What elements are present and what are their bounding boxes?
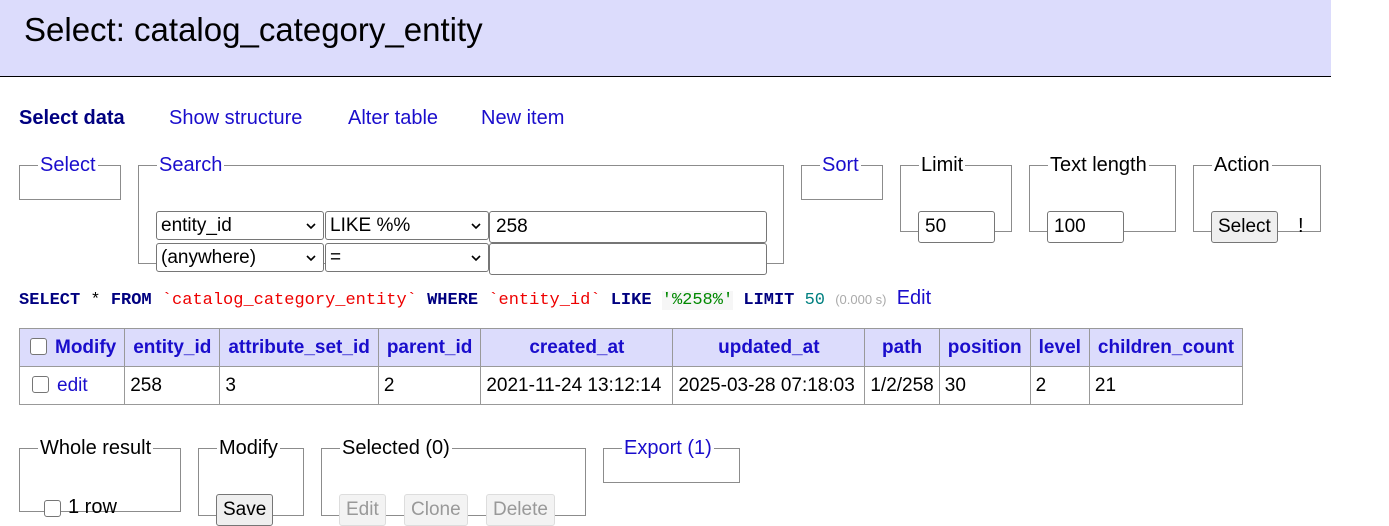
column-header-updated-at[interactable]: updated_at <box>672 328 866 367</box>
sort-link[interactable]: Sort <box>822 154 859 176</box>
column-header-path[interactable]: path <box>864 328 940 367</box>
modify-fieldset: Modify Save <box>198 437 304 526</box>
sql-column-name: `entity_id` <box>488 291 601 310</box>
sql-table-name: `catalog_category_entity` <box>161 291 417 310</box>
cell-parent-id: 2 <box>377 366 482 405</box>
limit-legend: Limit <box>921 154 964 176</box>
column-header-link[interactable]: position <box>948 337 1022 358</box>
action-fieldset: Action Select ! <box>1193 154 1321 243</box>
table-row: edit 258 3 2 2021-11-24 13:12:14 2025-03… <box>18 366 1244 405</box>
whole-result-checkbox[interactable] <box>44 500 61 517</box>
sort-legend[interactable]: Sort <box>820 154 861 177</box>
sql-keyword-where: WHERE <box>427 291 479 310</box>
sql-keyword-like: LIKE <box>610 291 652 310</box>
cell-path: 1/2/258 <box>864 366 940 405</box>
select-all-checkbox[interactable] <box>30 337 47 355</box>
results-table: Modify entity_id attribute_set_id parent… <box>18 328 1244 405</box>
cell-updated-at: 2025-03-28 07:18:03 <box>672 366 866 405</box>
select-columns-fieldset: Select <box>19 154 121 200</box>
menu-select-data: Select data <box>19 107 125 129</box>
export-fieldset: Export (1) <box>603 437 740 483</box>
cell-children-count: 21 <box>1088 366 1244 405</box>
select-columns-legend[interactable]: Select <box>38 154 98 177</box>
search-legend[interactable]: Search <box>157 154 224 177</box>
column-header-link[interactable]: children_count <box>1098 337 1234 358</box>
cell-entity-id: 258 <box>124 366 221 405</box>
sort-fieldset: Sort <box>801 154 883 200</box>
sql-star: * <box>80 291 111 310</box>
menu-show-structure[interactable]: Show structure <box>169 107 302 130</box>
text-length-input[interactable] <box>1047 211 1124 243</box>
search-link[interactable]: Search <box>159 154 222 176</box>
search-value-input-2[interactable] <box>489 243 767 275</box>
row-edit-link[interactable]: edit <box>57 375 88 396</box>
column-header-position[interactable]: position <box>938 328 1031 367</box>
column-header-link[interactable]: updated_at <box>718 337 819 358</box>
export-link[interactable]: Export (1) <box>624 437 712 459</box>
column-header-parent-id[interactable]: parent_id <box>377 328 482 367</box>
modify-legend: Modify <box>219 437 278 459</box>
column-header-entity-id[interactable]: entity_id <box>124 328 221 367</box>
search-operator-select-1[interactable]: LIKE %% <box>325 211 489 240</box>
column-header-created-at[interactable]: created_at <box>480 328 674 367</box>
text-length-legend: Text length <box>1050 154 1147 176</box>
modify-header-link[interactable]: Modify <box>55 337 116 358</box>
column-header-link[interactable]: entity_id <box>133 337 211 358</box>
sql-edit-link[interactable]: Edit <box>897 287 931 309</box>
limit-input[interactable] <box>918 211 995 243</box>
export-legend[interactable]: Export (1) <box>622 437 714 460</box>
search-operator-select-2[interactable]: = <box>325 243 489 272</box>
sql-keyword-from: FROM <box>110 291 152 310</box>
search-column-select-1[interactable]: entity_id <box>156 211 324 240</box>
selected-fieldset: Selected (0) Edit Clone Delete <box>321 437 586 526</box>
sql-execution-time: (0.000 s) <box>835 292 887 307</box>
column-header-link[interactable]: parent_id <box>387 337 473 358</box>
page-header: Select: catalog_category_entity <box>0 0 1331 77</box>
column-header-children-count[interactable]: children_count <box>1088 328 1244 367</box>
select-columns-link[interactable]: Select <box>40 154 96 176</box>
column-header-link[interactable]: created_at <box>529 337 624 358</box>
sql-pattern: '%258%' <box>661 291 734 310</box>
whole-result-fieldset: Whole result 1 row <box>19 437 181 518</box>
action-suffix: ! <box>1298 215 1304 237</box>
column-header-link[interactable]: attribute_set_id <box>228 337 369 358</box>
selected-legend: Selected (0) <box>342 437 450 459</box>
text-length-fieldset: Text length <box>1029 154 1176 243</box>
column-header-link[interactable]: path <box>882 337 922 358</box>
column-header-attribute-set-id[interactable]: attribute_set_id <box>219 328 379 367</box>
cell-position: 30 <box>938 366 1031 405</box>
cell-attribute-set-id: 3 <box>219 366 379 405</box>
modify-header: Modify <box>18 328 126 367</box>
row-action-cell: edit <box>18 366 126 405</box>
table-header-row: Modify entity_id attribute_set_id parent… <box>18 328 1244 367</box>
search-column-select-2[interactable]: (anywhere) <box>156 243 324 272</box>
menu-new-item[interactable]: New item <box>481 107 564 130</box>
sql-keyword-select: SELECT <box>19 291 81 310</box>
column-header-level[interactable]: level <box>1029 328 1090 367</box>
cell-created-at: 2021-11-24 13:12:14 <box>480 366 674 405</box>
search-value-input-1[interactable] <box>489 211 767 243</box>
cell-level: 2 <box>1029 366 1090 405</box>
column-header-link[interactable]: level <box>1039 337 1081 358</box>
menu-alter-table[interactable]: Alter table <box>348 107 438 130</box>
row-checkbox[interactable] <box>32 375 49 393</box>
save-button[interactable]: Save <box>216 494 274 526</box>
page-title: Select: catalog_category_entity <box>24 11 483 48</box>
whole-result-label[interactable]: 1 row <box>68 496 117 519</box>
sql-limit-value: 50 <box>804 291 825 310</box>
select-button[interactable]: Select <box>1211 211 1278 243</box>
clone-selected-button[interactable]: Clone <box>404 494 468 526</box>
sql-query: SELECT * FROM `catalog_category_entity` … <box>19 287 931 310</box>
delete-selected-button[interactable]: Delete <box>486 494 555 526</box>
limit-fieldset: Limit <box>900 154 1012 243</box>
edit-selected-button[interactable]: Edit <box>339 494 386 526</box>
sql-keyword-limit: LIMIT <box>743 291 795 310</box>
search-fieldset: Search entity_id LIKE %% (anywhere) = <box>138 154 784 275</box>
whole-result-legend: Whole result <box>40 437 152 459</box>
action-legend: Action <box>1214 154 1270 176</box>
